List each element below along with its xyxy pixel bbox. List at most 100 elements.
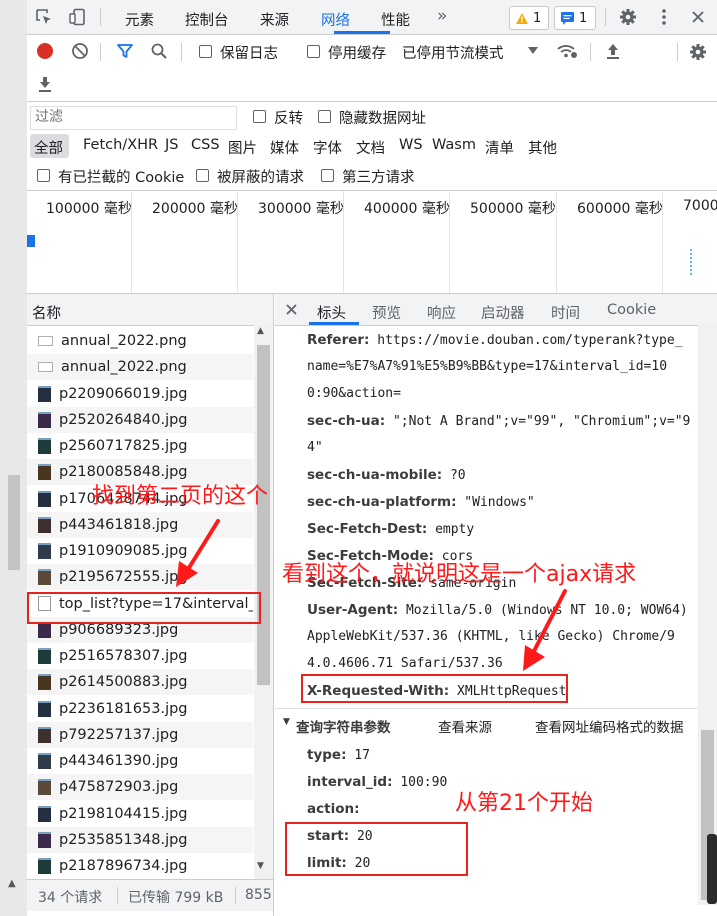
image-thumbnail-icon (38, 805, 51, 822)
import-har-icon[interactable] (603, 41, 623, 61)
type-fetch-xhr[interactable]: Fetch/XHR (83, 137, 158, 153)
clear-icon[interactable] (70, 41, 90, 61)
close-devtools-icon[interactable] (687, 6, 709, 28)
more-tabs-button[interactable]: » (437, 6, 447, 26)
header-key: sec-ch-ua: (307, 413, 386, 429)
view-url-encoded-link[interactable]: 查看网址编码格式的数据 (535, 716, 684, 736)
inspect-element-icon[interactable] (33, 6, 55, 28)
network-overview-timeline[interactable]: 100000 毫秒 200000 毫秒 300000 毫秒 400000 毫秒 … (27, 191, 717, 294)
type-css[interactable]: CSS (191, 137, 220, 153)
blocked-cookies-checkbox[interactable] (37, 169, 50, 182)
close-detail-icon[interactable] (283, 301, 299, 317)
header-value: AppleWebKit/537.36 (KHTML, like Gecko) C… (307, 629, 675, 644)
tab-sources[interactable]: 来源 (260, 9, 289, 30)
type-manifest[interactable]: 清单 (485, 137, 514, 158)
tab-headers[interactable]: 标头 (317, 302, 346, 323)
request-name: p1910909085.jpg (59, 543, 188, 559)
request-name: p2209066019.jpg (59, 385, 188, 402)
request-row[interactable]: p475872903.jpg (27, 774, 253, 801)
request-row[interactable]: p2535851348.jpg (27, 826, 253, 853)
blocked-cookies-label: 有已拦截的 Cookie (58, 170, 185, 186)
divider (100, 43, 101, 61)
type-other[interactable]: 其他 (528, 137, 557, 158)
image-thumbnail-icon (38, 726, 51, 743)
scrollbar-thumb[interactable] (257, 345, 270, 685)
left-scroll-up-arrow[interactable]: ▲ (8, 878, 16, 889)
type-media[interactable]: 媒体 (270, 137, 299, 158)
hide-data-urls-checkbox[interactable] (318, 110, 331, 123)
divider (590, 43, 591, 61)
type-wasm[interactable]: Wasm (432, 137, 476, 153)
disable-cache-checkbox[interactable] (307, 45, 320, 58)
tab-console[interactable]: 控制台 (185, 9, 229, 30)
filter-input[interactable] (31, 107, 234, 127)
tab-performance[interactable]: 性能 (381, 9, 410, 30)
tab-cookies[interactable]: Cookie (607, 302, 656, 318)
tab-timing[interactable]: 时间 (551, 302, 580, 323)
view-source-link[interactable]: 查看来源 (438, 716, 492, 736)
blocked-requests-checkbox[interactable] (196, 169, 209, 182)
query-params-title[interactable]: 查询字符串参数 (296, 716, 391, 736)
request-row[interactable]: p443461390.jpg (27, 748, 253, 774)
dropdown-arrow-icon[interactable] (525, 41, 541, 61)
search-icon[interactable] (149, 41, 169, 61)
device-toolbar-icon[interactable] (67, 6, 89, 28)
request-row[interactable]: p2187896734.jpg (27, 853, 253, 879)
name-column-header[interactable]: 名称 (32, 302, 61, 323)
type-img[interactable]: 图片 (228, 137, 257, 158)
request-row[interactable]: annual_2022.png (27, 354, 253, 381)
preserve-log-checkbox[interactable] (199, 45, 212, 58)
type-font[interactable]: 字体 (313, 137, 342, 158)
request-name: annual_2022.png (61, 359, 187, 376)
warnings-count: 1 (533, 10, 542, 26)
request-row[interactable]: p2520264840.jpg (27, 406, 253, 433)
tab-elements[interactable]: 元素 (125, 9, 154, 30)
request-name: p2198104415.jpg (59, 805, 188, 822)
throttling-select[interactable]: 已停用节流模式 (402, 42, 504, 63)
more-options-icon[interactable] (653, 6, 675, 28)
type-ws[interactable]: WS (399, 137, 423, 153)
filter-input-box[interactable] (30, 106, 237, 130)
type-doc[interactable]: 文档 (356, 137, 385, 158)
filter-icon[interactable] (115, 41, 135, 61)
blocked-requests-label: 被屏蔽的请求 (217, 170, 304, 186)
messages-badge[interactable]: 1 (554, 6, 596, 30)
image-thumbnail-icon (38, 438, 51, 454)
network-conditions-icon[interactable] (555, 40, 579, 62)
type-js[interactable]: JS (165, 137, 178, 153)
section-expand-icon[interactable]: ▼ (283, 717, 290, 727)
warnings-badge[interactable]: 1 (509, 6, 549, 30)
timeline-tick: 100000 毫秒 (46, 201, 132, 217)
side-dock-handle[interactable] (707, 834, 717, 904)
scroll-down-arrow[interactable]: ▼ (257, 861, 264, 871)
settings-gear-icon[interactable] (617, 6, 639, 28)
export-har-icon[interactable] (35, 73, 55, 95)
request-row[interactable]: p2198104415.jpg (27, 801, 253, 827)
invert-checkbox[interactable] (253, 110, 266, 123)
request-name: p2535851348.jpg (59, 831, 188, 848)
detail-scrollbar[interactable] (698, 325, 717, 905)
request-row[interactable]: p2236181653.jpg (27, 696, 253, 722)
left-scrollbar[interactable] (8, 475, 20, 570)
request-row[interactable]: p2516578307.jpg (27, 643, 253, 669)
header-value: 4.0.4606.71 Safari/537.36 (307, 656, 503, 671)
highlight-top-list-row (27, 592, 261, 624)
type-all[interactable]: 全部 (34, 137, 63, 158)
network-settings-gear-icon[interactable] (687, 41, 709, 63)
tab-response[interactable]: 响应 (427, 302, 456, 323)
request-row[interactable]: p2614500883.jpg (27, 669, 253, 696)
disable-cache-label: 停用缓存 (328, 46, 386, 62)
request-row[interactable]: p792257137.jpg (27, 721, 253, 748)
record-button[interactable] (35, 41, 55, 61)
request-row[interactable]: p2209066019.jpg (27, 381, 253, 407)
tab-network[interactable]: 网络 (321, 9, 350, 30)
divider (100, 8, 101, 26)
request-header-line: AppleWebKit/537.36 (KHTML, like Gecko) C… (307, 629, 675, 644)
tab-preview[interactable]: 预览 (372, 302, 401, 323)
request-row[interactable]: p2560717825.jpg (27, 433, 253, 459)
third-party-checkbox[interactable] (321, 169, 334, 182)
request-row[interactable]: annual_2022.png (27, 328, 253, 354)
scroll-up-arrow[interactable]: ▲ (257, 326, 264, 336)
header-value: name=%E7%A7%91%E5%B9%BB&type=17&interval… (307, 359, 668, 374)
tab-initiator[interactable]: 启动器 (481, 302, 525, 323)
